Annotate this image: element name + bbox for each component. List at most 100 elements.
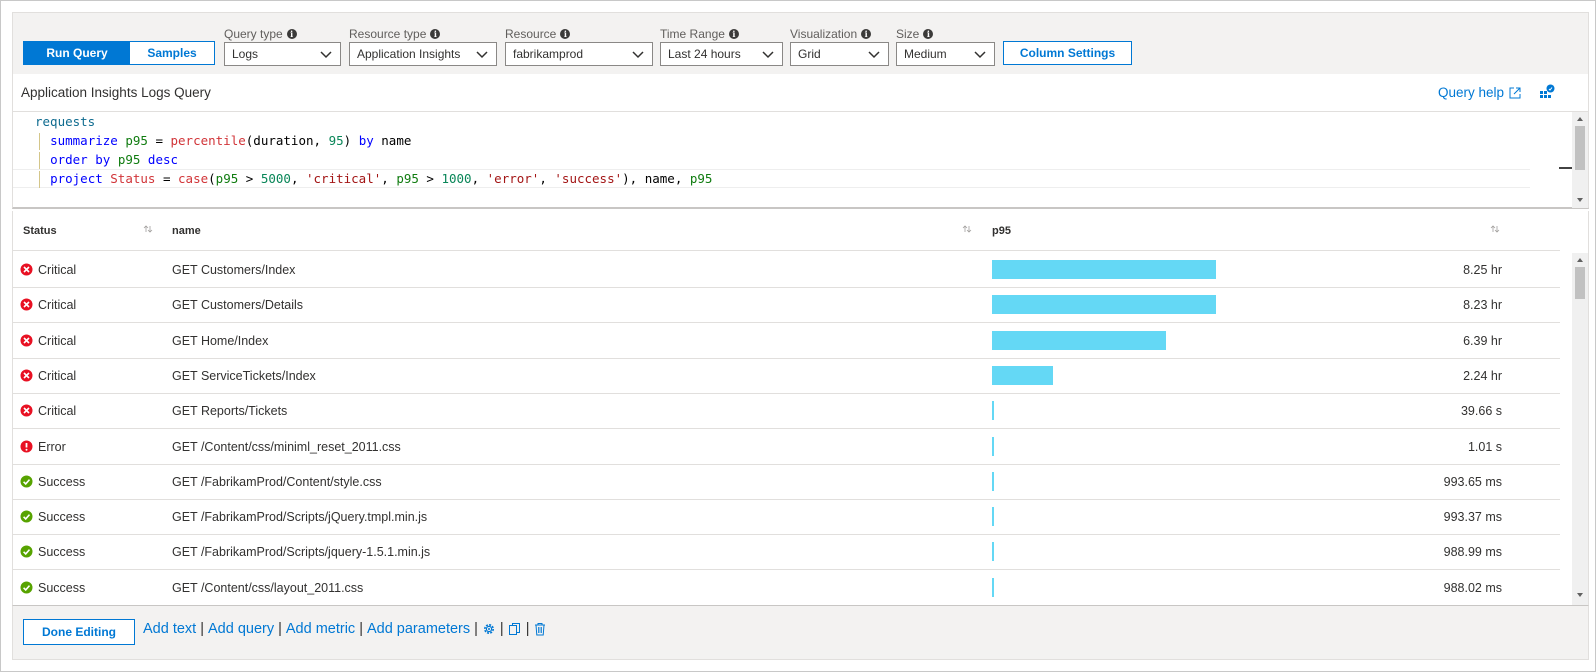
sort-icon[interactable] xyxy=(1490,224,1500,234)
info-icon[interactable]: i xyxy=(286,29,297,39)
sort-icon[interactable] xyxy=(962,224,972,234)
p95-value-cell: 988.99 ms xyxy=(1443,545,1502,560)
scroll-down-icon[interactable] xyxy=(1576,591,1584,599)
p95-value-cell: 993.37 ms xyxy=(1443,510,1502,525)
info-icon[interactable]: i xyxy=(923,29,934,39)
add-parameters-link[interactable]: Add parameters xyxy=(367,621,470,637)
visualization-label-text: Visualization xyxy=(790,27,858,41)
success-check-icon xyxy=(20,581,33,594)
name-cell: GET Home/Index xyxy=(172,333,269,348)
scrollbar-thumb[interactable] xyxy=(1575,267,1585,299)
p95-bar xyxy=(992,295,1216,315)
info-icon[interactable]: i xyxy=(861,29,872,39)
query-help-link[interactable]: Query help xyxy=(1438,85,1521,100)
column-header-name[interactable]: name xyxy=(172,225,201,237)
sort-icon[interactable] xyxy=(143,224,153,234)
scroll-up-icon[interactable] xyxy=(1576,256,1584,264)
status-cell: Success xyxy=(38,474,86,489)
results-grid: Status name p95 Critical GET Customers/In… xyxy=(12,211,1589,605)
table-row[interactable]: Critical GET Reports/Tickets 39.66 s xyxy=(13,393,1560,430)
grid-scrollbar[interactable] xyxy=(1572,253,1588,605)
time-range-dropdown[interactable]: Last 24 hours xyxy=(660,42,783,66)
table-row[interactable]: Critical GET Customers/Details 8.23 hr xyxy=(13,287,1560,324)
table-row[interactable]: Critical GET Customers/Index 8.25 hr xyxy=(13,252,1560,288)
table-row[interactable]: Error GET /Content/css/miniml_reset_2011.… xyxy=(13,429,1560,465)
name-cell: GET /FabrikamProd/Content/style.css xyxy=(172,474,382,489)
query-type-value: Logs xyxy=(232,47,259,61)
size-label: Size i xyxy=(896,27,934,41)
table-row[interactable]: Success GET /FabrikamProd/Content/style.c… xyxy=(13,464,1560,500)
add-query-link[interactable]: Add query xyxy=(208,621,274,637)
p95-bar xyxy=(992,471,994,491)
overview-ruler-marker xyxy=(1559,167,1572,169)
status-cell: Critical xyxy=(38,333,77,348)
status-cell: Success xyxy=(38,545,86,560)
status-cell: Critical xyxy=(38,368,77,383)
scrollbar-thumb[interactable] xyxy=(1575,126,1585,170)
column-header-status[interactable]: Status xyxy=(23,225,57,237)
error-exclamation-icon xyxy=(20,440,33,452)
p95-value-cell: 1.01 s xyxy=(1467,439,1502,454)
table-row[interactable]: Critical GET Home/Index 6.39 hr xyxy=(13,323,1560,359)
chevron-down-icon xyxy=(476,51,488,59)
info-icon[interactable]: i xyxy=(430,29,441,39)
p95-bar xyxy=(992,330,1166,350)
code-line-2: summarize p95 = percentile(duration, 95)… xyxy=(50,133,412,148)
trash-icon[interactable] xyxy=(533,622,547,636)
p95-value-cell: 2.24 hr xyxy=(1463,368,1502,383)
table-row[interactable]: Success GET /FabrikamProd/Scripts/jquery-… xyxy=(13,534,1560,571)
column-settings-button[interactable]: Column Settings xyxy=(1003,41,1132,65)
p95-value-cell: 8.23 hr xyxy=(1463,298,1502,313)
resource-type-label-text: Resource type xyxy=(349,27,427,41)
run-query-button[interactable]: Run Query xyxy=(23,41,131,65)
query-editor[interactable]: requests summarize p95 = percentile(dura… xyxy=(12,111,1589,209)
add-text-link[interactable]: Add text xyxy=(143,621,196,637)
query-toolbar: Run Query Samples Query type i Logs Resou… xyxy=(12,12,1589,74)
p95-bar xyxy=(992,260,1216,279)
name-cell: GET /FabrikamProd/Scripts/jquery-1.5.1.m… xyxy=(172,545,431,560)
separator: | xyxy=(525,621,530,637)
critical-x-icon xyxy=(20,369,33,382)
resource-type-value: Application Insights xyxy=(357,47,461,61)
pin-to-dashboard-icon[interactable] xyxy=(1539,84,1555,100)
visualization-dropdown[interactable]: Grid xyxy=(790,42,889,66)
size-label-text: Size xyxy=(896,27,920,41)
query-header: Application Insights Logs Query Query he… xyxy=(12,74,1589,111)
size-dropdown[interactable]: Medium xyxy=(896,42,995,66)
clone-icon[interactable] xyxy=(508,622,522,636)
visualization-label: Visualization i xyxy=(790,27,872,41)
name-cell: GET Customers/Details xyxy=(172,298,304,313)
scroll-up-icon[interactable] xyxy=(1576,115,1584,123)
separator: | xyxy=(474,621,478,637)
p95-bar xyxy=(992,401,994,421)
time-range-label: Time Range i xyxy=(660,27,739,41)
table-row[interactable]: Success GET /FabrikamProd/Scripts/jQuery.… xyxy=(13,499,1560,536)
table-row[interactable]: Critical GET ServiceTickets/Index 2.24 hr xyxy=(13,358,1560,394)
name-cell: GET /Content/css/layout_2011.css xyxy=(172,580,364,595)
query-type-dropdown[interactable]: Logs xyxy=(224,42,341,66)
code-line-4: project Status = case(p95 > 5000, 'criti… xyxy=(50,171,713,186)
info-icon[interactable]: i xyxy=(728,29,739,39)
time-range-value: Last 24 hours xyxy=(668,47,741,61)
add-metric-link[interactable]: Add metric xyxy=(286,621,355,637)
chevron-down-icon xyxy=(632,51,644,59)
scroll-down-icon[interactable] xyxy=(1576,196,1584,204)
column-header-p95[interactable]: p95 xyxy=(992,225,1011,237)
separator: | xyxy=(278,621,282,637)
p95-value-cell: 6.39 hr xyxy=(1463,333,1502,348)
info-icon[interactable]: i xyxy=(560,29,571,39)
table-row[interactable]: Success GET /Content/css/layout_2011.css 9… xyxy=(13,570,1560,605)
gear-icon[interactable] xyxy=(482,622,496,636)
name-cell: GET Reports/Tickets xyxy=(172,404,288,419)
samples-button[interactable]: Samples xyxy=(129,41,215,65)
resource-dropdown[interactable]: fabrikamprod xyxy=(505,42,653,66)
resource-type-dropdown[interactable]: Application Insights xyxy=(349,42,497,66)
editor-scrollbar[interactable] xyxy=(1572,112,1588,208)
status-cell: Error xyxy=(38,439,66,454)
status-cell: Critical xyxy=(38,404,77,419)
code-line-1: requests xyxy=(35,114,96,129)
p95-value-cell: 39.66 s xyxy=(1460,404,1502,419)
done-editing-button[interactable]: Done Editing xyxy=(23,619,135,645)
p95-bar xyxy=(992,507,994,527)
chevron-down-icon xyxy=(868,51,880,59)
